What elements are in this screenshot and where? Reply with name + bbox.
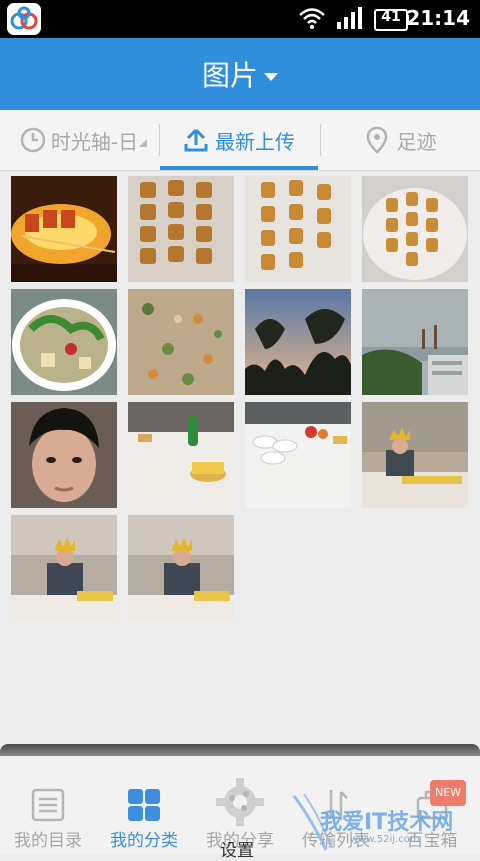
photo-thumbnail[interactable] [128, 515, 234, 621]
photo-thumbnail[interactable] [128, 176, 234, 282]
settings-gear-icon [216, 778, 264, 826]
photo-thumbnail[interactable] [11, 289, 117, 395]
nav-label: 我的目录 [14, 831, 82, 851]
battery-level: 41 [381, 9, 401, 25]
photo-thumbnail[interactable] [245, 289, 351, 395]
nav-my-directory[interactable]: 我的目录 [0, 784, 96, 854]
signal-icon [337, 7, 362, 29]
tab-bar: 时光轴-日 最新上传 足迹 [0, 110, 480, 171]
settings-label[interactable]: 设置 [220, 836, 254, 861]
page-title: 图片 [201, 59, 258, 92]
tab-footprint-label: 足迹 [396, 129, 437, 154]
photo-thumbnail[interactable] [362, 402, 468, 508]
new-badge: NEW [430, 780, 466, 806]
bottom-shadow [0, 744, 480, 756]
list-icon [31, 788, 65, 822]
nav-transfer-list[interactable]: 传输列表 [288, 784, 384, 854]
battery-icon: 41 [374, 9, 408, 31]
wifi-icon [299, 8, 325, 29]
tab-latest-upload[interactable]: 最新上传 [160, 110, 318, 170]
location-pin-icon [366, 126, 387, 154]
status-bar: 41 21:14 [0, 0, 480, 38]
tab-latest-upload-label: 最新上传 [215, 129, 295, 154]
photo-thumbnail[interactable] [245, 402, 351, 508]
photo-thumbnail[interactable] [245, 176, 351, 282]
tab-timeline-label: 时光轴-日 [50, 129, 139, 154]
tab-footprint[interactable]: 足迹 [321, 110, 480, 170]
nav-label: 我的分类 [110, 831, 178, 851]
nav-my-category[interactable]: 我的分类 [96, 784, 192, 854]
photo-thumbnail[interactable] [128, 289, 234, 395]
title-bar: 图片 [0, 38, 480, 110]
clock-icon [20, 127, 46, 153]
photo-thumbnail[interactable] [362, 176, 468, 282]
active-tab-indicator [160, 166, 318, 170]
photo-thumbnail[interactable] [11, 515, 117, 621]
photo-thumbnail[interactable] [362, 289, 468, 395]
clock: 21:14 [406, 6, 470, 30]
dropdown-arrow-icon [264, 73, 278, 81]
transfer-icon [324, 790, 348, 820]
nav-label: 百宝箱 [406, 831, 458, 851]
baidu-cloud-app-icon [7, 3, 41, 35]
tab-timeline[interactable]: 时光轴-日 [0, 110, 158, 170]
nav-label: 传输列表 [302, 831, 370, 851]
photo-thumbnail[interactable] [11, 176, 117, 282]
photo-thumbnail[interactable] [128, 402, 234, 508]
photo-thumbnail[interactable] [11, 402, 117, 508]
title-dropdown[interactable]: 图片 [0, 54, 480, 94]
grid-icon [128, 789, 160, 821]
upload-icon [184, 128, 208, 152]
corner-arrow-icon [139, 139, 147, 147]
